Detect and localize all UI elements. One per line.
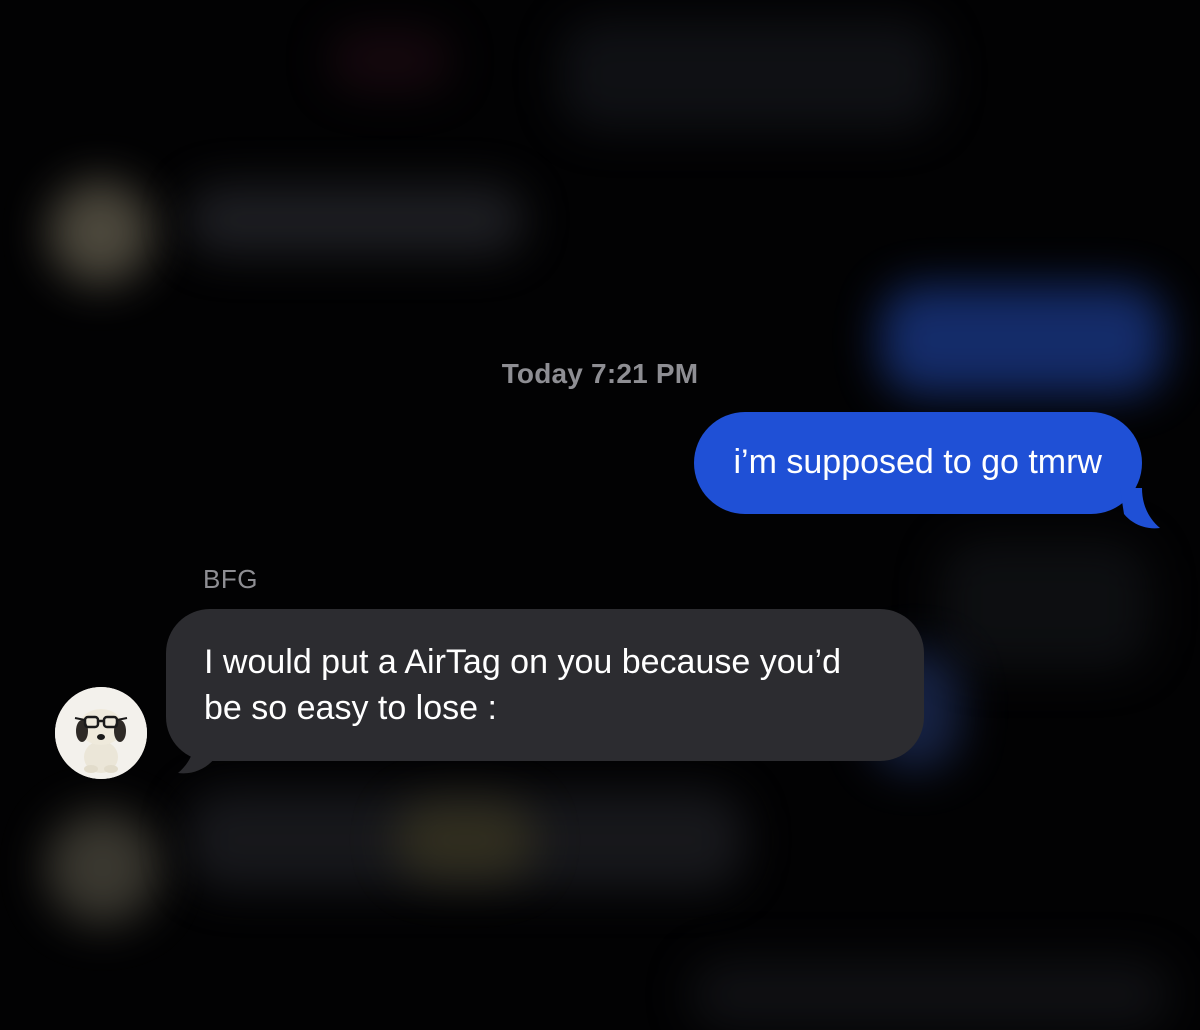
blurred-content — [395, 800, 535, 880]
snoopy-avatar-icon — [55, 687, 147, 779]
message-timestamp: Today 7:21 PM — [501, 358, 699, 389]
blurred-message-bubble — [560, 20, 940, 130]
incoming-message-bubble[interactable]: I would put a AirTag on you because you’… — [166, 609, 924, 774]
bubble-tail-icon — [1120, 488, 1160, 529]
blurred-message-bubble — [690, 960, 1170, 1030]
incoming-message-text: I would put a AirTag on you because you’… — [204, 643, 841, 727]
contact-avatar[interactable] — [55, 687, 147, 779]
blurred-content — [330, 30, 450, 90]
blurred-message-bubble — [185, 185, 525, 255]
outgoing-message-bubble[interactable]: i’m supposed to go tmrw — [693, 412, 1160, 529]
outgoing-message[interactable]: i’m supposed to go tmrw — [693, 412, 1160, 529]
blurred-avatar — [48, 180, 153, 285]
blurred-avatar — [45, 810, 160, 925]
blurred-content — [940, 540, 1150, 670]
sender-name: BFG — [203, 564, 258, 594]
bubble-tail-icon — [178, 733, 218, 774]
outgoing-message-text: i’m supposed to go tmrw — [733, 443, 1103, 481]
incoming-message[interactable]: I would put a AirTag on you because you’… — [166, 609, 924, 774]
